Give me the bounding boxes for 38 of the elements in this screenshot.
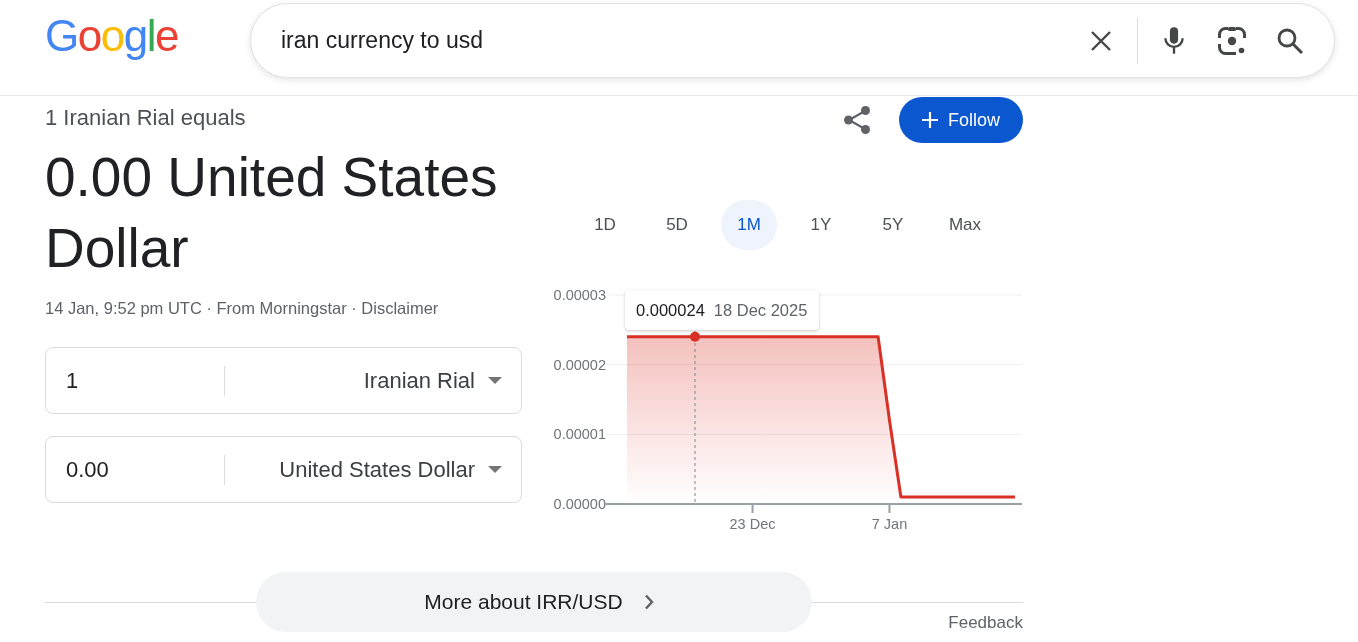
tooltip-value: 0.000024 xyxy=(636,299,705,321)
caret-icon xyxy=(488,466,502,473)
x-axis-label: 7 Jan xyxy=(871,516,908,532)
caret-icon xyxy=(488,377,502,384)
search-bar[interactable]: iran currency to usd xyxy=(250,3,1335,78)
feedback-link[interactable]: Feedback xyxy=(948,614,1023,632)
range-tab[interactable]: Max xyxy=(937,200,993,250)
camera-icon xyxy=(1218,26,1246,55)
more-about-button[interactable]: More about IRR/USD xyxy=(256,572,812,632)
google-logo[interactable]: Google xyxy=(45,12,178,60)
y-axis-label: 0.00001 xyxy=(553,426,606,443)
close-icon xyxy=(1090,29,1112,52)
x-axis-label: 23 Dec xyxy=(729,516,776,532)
range-tab[interactable]: 5Y xyxy=(865,200,921,250)
data-point-marker xyxy=(690,331,700,342)
amount-input[interactable]: 0.00 xyxy=(66,449,215,490)
share-icon xyxy=(844,106,870,134)
source-info: 14 Jan, 9:52 pm UTC · From Morningstar · Disclaimer xyxy=(45,298,440,318)
disclaimer-link[interactable]: Disclaimer xyxy=(361,299,439,317)
search-input[interactable]: iran currency to usd xyxy=(281,18,1065,63)
conversion-subtitle: 1 Iranian Rial equals xyxy=(45,105,247,131)
currency-dropdown[interactable]: Iranian Rial xyxy=(225,358,521,403)
range-tab[interactable]: 1Y xyxy=(793,200,849,250)
y-axis-label: 0.00000 xyxy=(553,496,606,512)
amount-input[interactable]: 1 xyxy=(66,360,215,401)
conversion-result: 0.00 United States Dollar xyxy=(45,145,499,281)
range-tab[interactable]: 1D xyxy=(577,200,633,250)
range-tab[interactable]: 1M xyxy=(721,200,777,250)
currency-dropdown[interactable]: United States Dollar xyxy=(225,447,521,492)
chevron-right-icon xyxy=(643,594,654,610)
tooltip-date: 18 Dec 2025 xyxy=(713,299,808,321)
follow-button[interactable]: Follow xyxy=(899,97,1023,143)
range-tab[interactable]: 5D xyxy=(649,200,705,250)
y-axis-label: 0.00003 xyxy=(553,287,606,303)
y-axis-label: 0.00002 xyxy=(553,356,606,373)
plus-icon xyxy=(922,112,938,128)
search-icon xyxy=(1277,27,1303,54)
microphone-icon xyxy=(1164,27,1184,54)
